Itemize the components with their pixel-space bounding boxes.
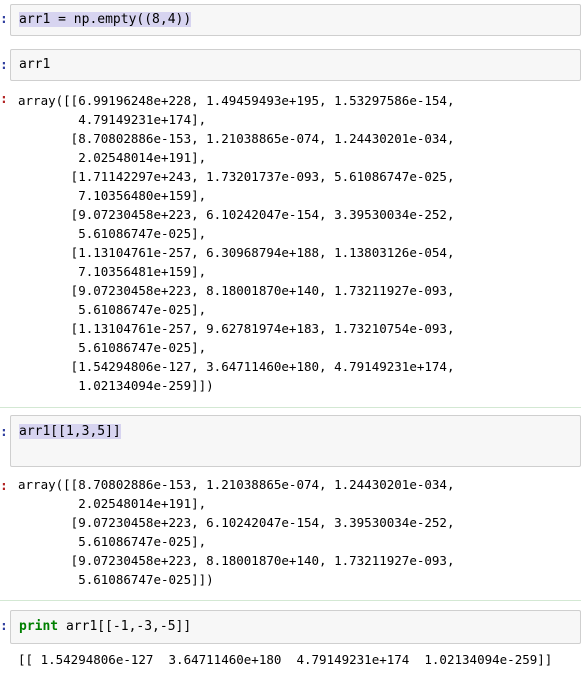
code-cell-3[interactable]: : arr1[[1,3,5]] : array([[8.70802886e-15… — [0, 413, 581, 593]
code-cell-4[interactable]: : print arr1[[-1,-3,-5]] [[ 1.54294806e-… — [0, 608, 581, 673]
output-line: 5.61086747e-025]]) — [18, 572, 214, 587]
code-input[interactable]: arr1[[1,3,5]] — [10, 415, 581, 467]
input-prompt: : — [0, 58, 8, 73]
output-line: [9.07230458e+223, 8.18001870e+140, 1.732… — [18, 283, 455, 298]
output-line: [1.71142297e+243, 1.73201737e-093, 5.610… — [18, 169, 455, 184]
output-line: [9.07230458e+223, 6.10242047e-154, 3.395… — [18, 515, 455, 530]
cell-output: [[ 1.54294806e-127 3.64711460e+180 4.791… — [18, 652, 553, 667]
code-text: arr1[[1,3,5]] — [19, 424, 121, 439]
code-cell-2[interactable]: : arr1 : array([[6.99196248e+228, 1.4945… — [0, 44, 581, 406]
output-line: [8.70802886e-153, 1.21038865e-074, 1.244… — [18, 131, 455, 146]
cell-output: array([[8.70802886e-153, 1.21038865e-074… — [18, 475, 455, 589]
output-line: 1.02134094e-259]]) — [18, 378, 214, 393]
output-line: 4.79149231e+174], — [18, 112, 207, 127]
output-line: 5.61086747e-025], — [18, 534, 207, 549]
output-line: [9.07230458e+223, 8.18001870e+140, 1.732… — [18, 553, 455, 568]
output-line: 7.10356480e+159], — [18, 188, 207, 203]
output-line: array([[8.70802886e-153, 1.21038865e-074… — [18, 477, 455, 492]
output-line: 5.61086747e-025], — [18, 226, 207, 241]
code-input[interactable]: arr1 — [10, 49, 581, 81]
input-prompt: : — [0, 12, 8, 27]
output-line: [1.13104761e-257, 9.62781974e+183, 1.732… — [18, 321, 455, 336]
output-line: 2.02548014e+191], — [18, 150, 207, 165]
output-prompt: : — [0, 479, 8, 494]
output-line: [1.13104761e-257, 6.30968794e+188, 1.138… — [18, 245, 455, 260]
print-keyword: print — [19, 619, 59, 634]
output-line: 2.02548014e+191], — [18, 496, 207, 511]
output-line: 5.61086747e-025], — [18, 302, 207, 317]
output-line: 5.61086747e-025], — [18, 340, 207, 355]
code-text: print arr1[[-1,-3,-5]] — [19, 619, 191, 634]
cell-output: array([[6.99196248e+228, 1.49459493e+195… — [18, 91, 455, 395]
code-input[interactable]: arr1 = np.empty((8,4)) — [10, 4, 581, 36]
code-input[interactable]: print arr1[[-1,-3,-5]] — [10, 610, 581, 644]
output-prompt: : — [0, 92, 8, 107]
code-expression: arr1[[-1,-3,-5]] — [58, 619, 192, 634]
input-prompt: : — [0, 425, 8, 440]
input-prompt: : — [0, 619, 8, 634]
cell-divider — [0, 600, 581, 601]
output-line: [1.54294806e-127, 3.64711460e+180, 4.791… — [18, 359, 455, 374]
code-text: arr1 — [19, 57, 51, 72]
code-cell-1[interactable]: : arr1 = np.empty((8,4)) — [0, 0, 581, 40]
output-line: array([[6.99196248e+228, 1.49459493e+195… — [18, 93, 455, 108]
output-line: 7.10356481e+159], — [18, 264, 207, 279]
output-line: [9.07230458e+223, 6.10242047e-154, 3.395… — [18, 207, 455, 222]
cell-divider — [0, 407, 581, 408]
code-text: arr1 = np.empty((8,4)) — [19, 12, 192, 27]
